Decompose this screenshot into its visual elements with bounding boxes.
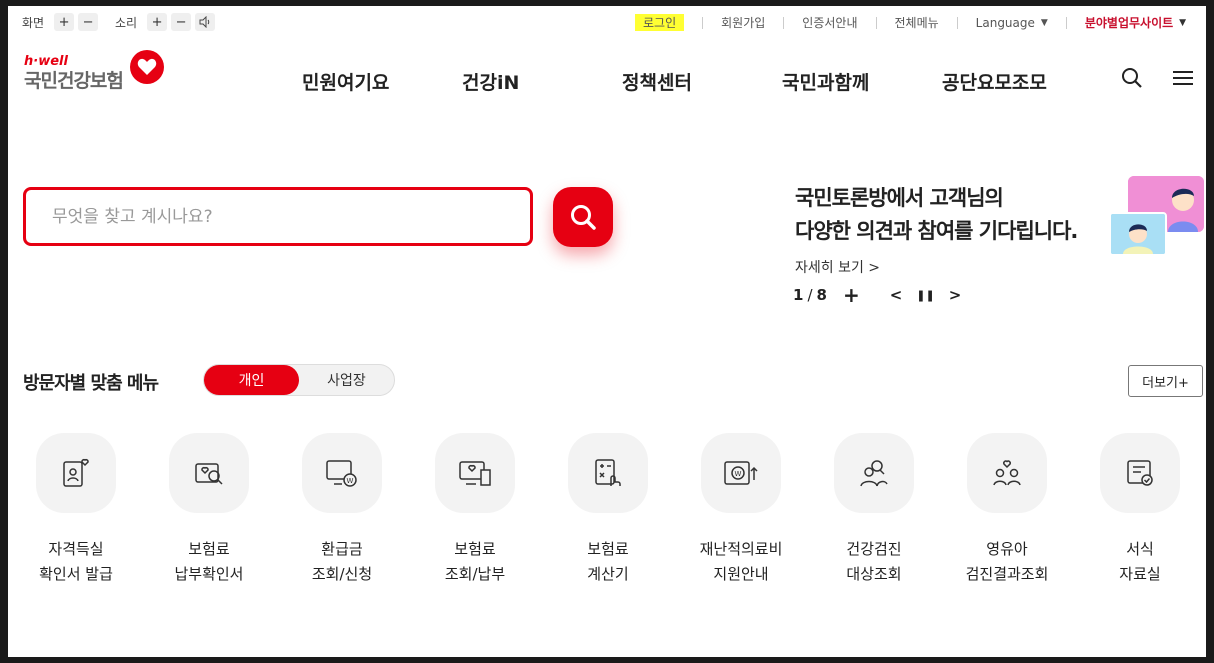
monitor-won-icon: W [302,433,382,513]
screen-label: 화면 [22,15,45,30]
woman-avatar-illustration [1109,212,1167,256]
tab-personal[interactable]: 개인 [204,365,299,395]
prev-arrow-icon[interactable]: < [890,286,903,304]
caret-down-icon: ▼ [1040,17,1048,28]
promo-more-link[interactable]: 자세히 보기 > [795,257,880,277]
service-refund-inquiry[interactable]: W 환급금 조회/신청 [276,433,408,587]
service-premium-payment-certificate[interactable]: 보험료 납부확인서 [143,433,275,587]
divider [702,16,704,29]
page-frame: 화면 + − 소리 + − 로그인 회원가입 인증서안내 전체메뉴 Langua… [8,6,1206,657]
heart-logo-icon [130,50,164,84]
sound-label: 소리 [115,15,138,30]
zoom-out-button[interactable]: − [78,13,99,31]
divider [875,16,877,29]
calculator-hand-icon [568,433,648,513]
monitor-receipt-icon [435,433,515,513]
search-field-wrapper [23,187,533,246]
field-site-select[interactable]: 분야별업무사이트 ▼ [1085,14,1186,31]
service-label: 보험료 계산기 [587,540,629,583]
service-forms-archive[interactable]: 서식 자료실 [1074,433,1206,587]
login-link[interactable]: 로그인 [635,14,685,31]
service-premium-payment[interactable]: 보험료 조회/납부 [409,433,541,587]
service-label: 보험료 납부확인서 [174,540,244,583]
visitor-menu-title: 방문자별 맞춤 메뉴 [23,373,159,394]
more-button[interactable]: 더보기+ [1128,365,1203,397]
document-check-icon [1100,433,1180,513]
page-current: 1 [793,286,804,304]
nav-item-policy[interactable]: 정책센터 [622,68,692,95]
hamburger-menu-icon[interactable] [1171,66,1195,90]
utility-bar: 화면 + − 소리 + − 로그인 회원가입 인증서안내 전체메뉴 Langua… [8,6,1206,36]
service-qualification-certificate[interactable]: 자격득실 확인서 발급 [10,433,142,587]
speaker-icon[interactable] [195,13,216,31]
svg-text:W: W [347,477,354,485]
plus-icon[interactable]: + [843,283,860,307]
service-label: 영유아 검진결과조회 [965,540,1049,583]
service-premium-calculator[interactable]: 보험료 계산기 [542,433,674,587]
service-label: 환급금 조회/신청 [311,540,373,583]
family-heart-icon [967,433,1047,513]
volume-down-button[interactable]: − [171,13,192,31]
certificate-guide-link[interactable]: 인증서안내 [802,14,857,31]
nav-item-about[interactable]: 공단요모조모 [942,68,1047,95]
pause-icon[interactable]: ❚❚ [916,289,934,302]
logo-name: 국민건강보험 [24,70,124,92]
language-label: Language [975,15,1035,30]
visitor-type-toggle: 개인 사업장 [203,364,395,396]
divider [956,16,958,29]
utility-links: 로그인 회원가입 인증서안내 전체메뉴 Language ▼ 분야별업무사이트 … [635,14,1186,31]
wallet-won-up-icon: W [701,433,781,513]
nav-item-together[interactable]: 국민과함께 [782,68,869,95]
search-icon[interactable] [1120,66,1144,90]
field-site-label: 분야별업무사이트 [1084,16,1174,30]
volume-up-button[interactable]: + [147,13,168,31]
service-infant-checkup-result[interactable]: 영유아 검진결과조회 [941,433,1073,587]
divider [783,16,785,29]
service-label: 건강검진 대상조회 [846,540,902,583]
caret-down-icon: ▼ [1179,17,1187,28]
divider [1065,16,1067,29]
document-search-icon [169,433,249,513]
zoom-in-button[interactable]: + [54,13,75,31]
nav-item-civil[interactable]: 민원여기요 [302,68,389,95]
promo-line-1: 국민토론방에서 고객님의 [795,186,1004,210]
service-health-checkup-target[interactable]: 건강검진 대상조회 [808,433,940,587]
service-label: 자격득실 확인서 발급 [39,540,113,583]
service-label: 보험료 조회/납부 [444,540,506,583]
search-button[interactable] [553,187,613,247]
nav-item-health-in[interactable]: 건강iN [462,68,519,95]
svg-text:W: W [735,470,742,478]
search-icon [571,205,596,230]
tab-business[interactable]: 사업장 [299,365,394,395]
service-catastrophic-medical-support[interactable]: W 재난적의료비 지원안내 [675,433,807,587]
person-search-icon [834,433,914,513]
all-menu-link[interactable]: 전체메뉴 [895,14,939,31]
page-total: 8 [816,286,827,304]
site-logo[interactable]: h·well 국민건강보험 [24,50,164,93]
service-label: 서식 자료실 [1119,540,1161,583]
promo-banner-title: 국민토론방에서 고객님의 다양한 의견과 참여를 기다립니다. [795,182,1078,248]
search-input[interactable] [26,190,530,243]
id-card-heart-icon [36,433,116,513]
signup-link[interactable]: 회원가입 [721,14,765,31]
sound-control: 소리 + − [115,13,216,31]
service-label: 재난적의료비 지원안내 [699,540,783,583]
next-arrow-icon[interactable]: > [949,286,962,304]
promo-line-2: 다양한 의견과 참여를 기다립니다. [795,219,1078,243]
screen-zoom-control: 화면 + − [22,13,99,31]
page-separator: / [807,286,813,304]
language-select[interactable]: Language ▼ [976,16,1048,30]
promo-pager: 1 / 8 + < ❚❚ > [793,283,961,307]
